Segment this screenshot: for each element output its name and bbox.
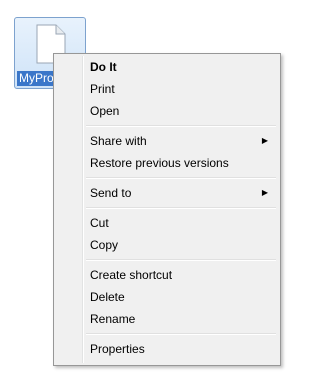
menu-separator [86, 333, 276, 335]
menu-separator [86, 177, 276, 179]
menu-item-share-with[interactable]: Share with ▶ [56, 130, 278, 152]
menu-item-properties[interactable]: Properties [56, 338, 278, 360]
menu-item-do-it[interactable]: Do It [56, 56, 278, 78]
menu-item-label: Send to [90, 186, 132, 200]
chevron-right-icon: ▶ [261, 188, 268, 197]
context-menu: Do It Print Open Share with ▶ Restore pr… [53, 53, 281, 366]
menu-item-copy[interactable]: Copy [56, 234, 278, 256]
menu-separator [86, 125, 276, 127]
menu-item-cut[interactable]: Cut [56, 212, 278, 234]
menu-item-send-to[interactable]: Send to ▶ [56, 182, 278, 204]
menu-item-rename[interactable]: Rename [56, 308, 278, 330]
menu-item-open[interactable]: Open [56, 100, 278, 122]
menu-item-create-shortcut[interactable]: Create shortcut [56, 264, 278, 286]
menu-separator [86, 207, 276, 209]
menu-item-label: Share with [90, 134, 147, 148]
menu-item-print[interactable]: Print [56, 78, 278, 100]
chevron-right-icon: ▶ [261, 136, 268, 145]
menu-item-restore-previous-versions[interactable]: Restore previous versions [56, 152, 278, 174]
menu-item-delete[interactable]: Delete [56, 286, 278, 308]
menu-separator [86, 259, 276, 261]
